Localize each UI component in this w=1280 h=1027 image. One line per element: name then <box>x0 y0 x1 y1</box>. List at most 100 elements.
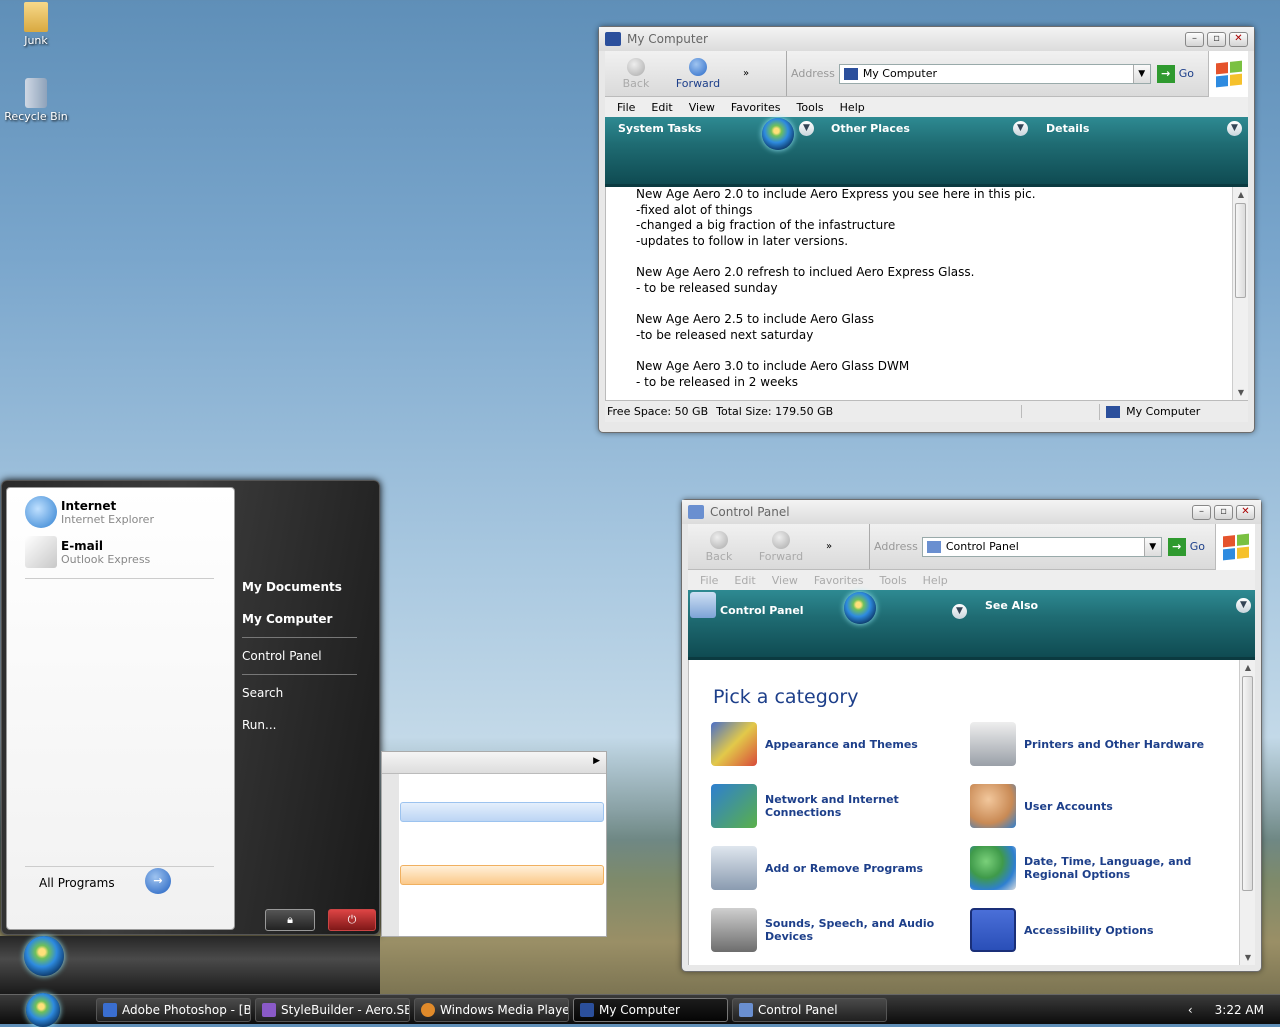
close-button[interactable]: ✕ <box>1229 31 1248 47</box>
menu-tools[interactable]: Tools <box>880 574 907 587</box>
maximize-button[interactable]: ▫ <box>1207 31 1226 47</box>
menu-tools[interactable]: Tools <box>797 101 824 114</box>
maximize-button[interactable]: ▫ <box>1214 504 1233 520</box>
start-search[interactable]: Search <box>242 677 357 709</box>
category-network-internet[interactable]: Network and Internet Connections <box>711 784 961 828</box>
category-printers-hardware[interactable]: Printers and Other Hardware <box>970 722 1220 766</box>
section-details[interactable]: Details <box>1046 122 1089 135</box>
stylebuilder-icon <box>262 1002 276 1017</box>
status-total-size: Total Size: 179.50 GB <box>716 405 1023 418</box>
pinned-email[interactable]: E-mail Outlook Express <box>7 532 234 572</box>
all-programs-button[interactable]: All Programs <box>39 876 115 890</box>
scroll-down-icon[interactable]: ▼ <box>1240 950 1256 965</box>
power-button[interactable]: ⏻ <box>328 909 376 931</box>
section-control-panel[interactable]: Control Panel <box>720 604 804 617</box>
taskbar-button-media-player[interactable]: Windows Media Player <box>414 997 569 1022</box>
address-dropdown-button[interactable]: ▼ <box>1143 537 1161 556</box>
back-button[interactable]: Back <box>688 530 750 563</box>
address-dropdown-button[interactable]: ▼ <box>1132 64 1150 83</box>
flyout-header[interactable]: ▶ <box>382 752 606 774</box>
menu-help[interactable]: Help <box>840 101 865 114</box>
forward-button[interactable]: Forward <box>750 530 812 563</box>
section-other-places[interactable]: Other Places <box>831 122 910 135</box>
menu-view[interactable]: View <box>772 574 798 587</box>
pinned-internet[interactable]: Internet Internet Explorer <box>7 492 234 532</box>
menu-edit[interactable]: Edit <box>734 574 755 587</box>
toolbar: Back Forward » Address Control Panel ▼ →… <box>688 524 1255 570</box>
computer-icon <box>1106 405 1121 418</box>
taskbar-button-control-panel[interactable]: Control Panel <box>732 997 887 1022</box>
address-input[interactable]: My Computer ▼ <box>838 63 1151 84</box>
go-button[interactable]: → Go <box>1167 537 1205 556</box>
minimize-button[interactable]: – <box>1185 31 1204 47</box>
flyout-item-hover[interactable] <box>400 802 604 822</box>
start-run[interactable]: Run... <box>242 709 357 741</box>
chevron-down-icon[interactable]: ▼ <box>799 121 814 136</box>
section-system-tasks[interactable]: System Tasks <box>618 122 702 135</box>
internet-explorer-icon <box>25 496 57 528</box>
vertical-scrollbar[interactable]: ▲ ▼ <box>1232 187 1248 400</box>
title-bar[interactable]: Control Panel – ▫ ✕ <box>682 500 1261 524</box>
section-see-also[interactable]: See Also <box>985 599 1038 612</box>
scroll-up-icon[interactable]: ▲ <box>1240 660 1256 675</box>
toolbar-overflow-icon[interactable]: » <box>826 541 832 552</box>
desktop-icon-recycle-bin[interactable]: Recycle Bin <box>1 78 71 123</box>
desktop-icon-junk[interactable]: Junk <box>1 2 71 47</box>
toolbar-overflow-icon[interactable]: » <box>743 68 749 79</box>
taskbar-button-my-computer[interactable]: My Computer <box>573 997 728 1022</box>
chevron-right-icon: ▶ <box>593 756 600 766</box>
chevron-down-icon[interactable]: ▼ <box>1227 121 1242 136</box>
vertical-scrollbar[interactable]: ▲ ▼ <box>1239 660 1255 965</box>
lock-button[interactable]: 🔒︎ <box>265 909 315 931</box>
menu-favorites[interactable]: Favorites <box>731 101 781 114</box>
clock[interactable]: 3:22 AM <box>1215 1003 1264 1017</box>
address-label: Address <box>791 67 835 80</box>
menu-file[interactable]: File <box>617 101 635 114</box>
menu-bar: File Edit View Favorites Tools Help <box>688 570 1255 590</box>
category-user-accounts[interactable]: User Accounts <box>970 784 1220 828</box>
title-bar[interactable]: My Computer – ▫ ✕ <box>599 27 1254 51</box>
arrow-right-icon[interactable]: → <box>145 868 171 894</box>
desktop-icon-label: Recycle Bin <box>4 110 68 123</box>
start-button[interactable] <box>0 992 96 1027</box>
category-appearance-themes[interactable]: Appearance and Themes <box>711 722 961 766</box>
add-remove-programs-icon <box>711 846 757 890</box>
page-title: Pick a category <box>713 686 859 708</box>
minimize-button[interactable]: – <box>1192 504 1211 520</box>
globe-calendar-icon <box>970 846 1016 890</box>
scroll-up-icon[interactable]: ▲ <box>1233 187 1249 202</box>
chevron-down-icon[interactable]: ▼ <box>1013 121 1028 136</box>
scroll-down-icon[interactable]: ▼ <box>1233 385 1249 400</box>
menu-help[interactable]: Help <box>923 574 948 587</box>
category-date-time-language[interactable]: Date, Time, Language, and Regional Optio… <box>970 846 1238 890</box>
back-button[interactable]: Back <box>605 57 667 90</box>
menu-view[interactable]: View <box>689 101 715 114</box>
forward-button[interactable]: Forward <box>667 57 729 90</box>
scroll-thumb[interactable] <box>1235 203 1246 298</box>
tray-expand-icon[interactable]: ‹ <box>1188 1003 1193 1017</box>
address-input[interactable]: Control Panel ▼ <box>921 536 1162 557</box>
start-my-computer[interactable]: My Computer <box>242 603 357 635</box>
menu-favorites[interactable]: Favorites <box>814 574 864 587</box>
go-button[interactable]: → Go <box>1156 64 1194 83</box>
category-accessibility[interactable]: Accessibility Options <box>970 908 1220 952</box>
control-panel-icon <box>688 505 704 519</box>
menu-edit[interactable]: Edit <box>651 101 672 114</box>
my-computer-window[interactable]: My Computer – ▫ ✕ Back Forward » Address… <box>598 26 1255 433</box>
taskbar-button-photoshop[interactable]: Adobe Photoshop - [Bit... <box>96 997 251 1022</box>
category-sounds-speech-audio[interactable]: Sounds, Speech, and Audio Devices <box>711 908 961 952</box>
close-button[interactable]: ✕ <box>1236 504 1255 520</box>
computer-icon <box>580 1002 594 1017</box>
media-player-icon <box>421 1002 435 1017</box>
scroll-thumb[interactable] <box>1242 676 1253 891</box>
taskbar-button-stylebuilder[interactable]: StyleBuilder - Aero.SB - <box>255 997 410 1022</box>
control-panel-window[interactable]: Control Panel – ▫ ✕ Back Forward » Addre… <box>681 499 1262 972</box>
chevron-down-icon[interactable]: ▼ <box>1236 598 1251 613</box>
category-add-remove-programs[interactable]: Add or Remove Programs <box>711 846 961 890</box>
flyout-item-selected[interactable] <box>400 865 604 885</box>
start-control-panel[interactable]: Control Panel <box>242 640 357 672</box>
menu-file[interactable]: File <box>700 574 718 587</box>
content-pane: New Age Aero 2.0 to include Aero Express… <box>605 187 1248 400</box>
start-my-documents[interactable]: My Documents <box>242 571 357 603</box>
chevron-down-icon[interactable]: ▼ <box>952 604 967 619</box>
